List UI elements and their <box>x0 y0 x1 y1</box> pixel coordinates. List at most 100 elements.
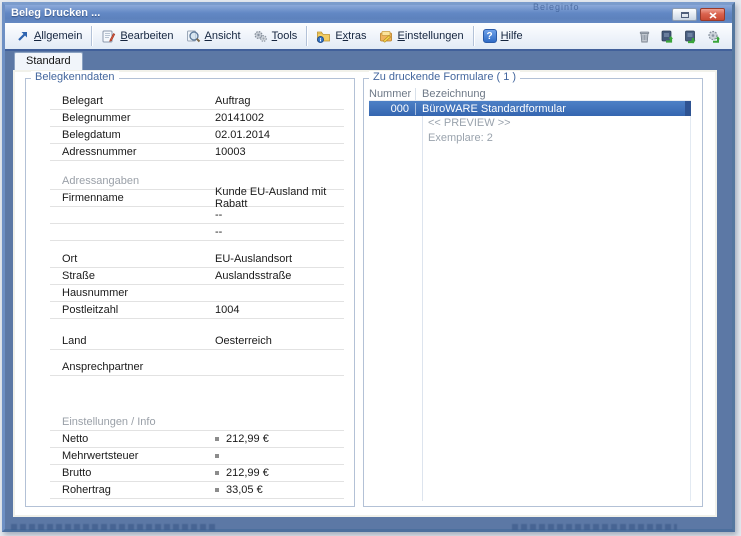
field-value: Kunde EU-Ausland mit Rabatt <box>215 186 327 210</box>
field-label: Straße <box>62 270 96 282</box>
field-value <box>215 454 344 458</box>
field-row-adressnummer: Adressnummer 10003 <box>50 144 344 161</box>
groupbox-title: Belegkenndaten <box>31 71 119 83</box>
field-row-rohertrag: Rohertrag 33,05 € <box>50 482 344 499</box>
field-label: Ort <box>62 253 78 265</box>
field-value: 10003 <box>215 146 246 158</box>
menu-item-allgemein[interactable]: Allgemein <box>10 27 88 45</box>
field-label: Firmenname <box>62 192 124 204</box>
help-icon: ? <box>482 29 497 43</box>
field-label: Brutto <box>62 467 92 479</box>
close-icon <box>709 12 717 19</box>
column-header-nummer: Nummer <box>369 87 416 100</box>
titlebar[interactable]: Beleg Drucken ... Beleginfo <box>5 2 732 23</box>
column-header-bezeichnung: Bezeichnung <box>422 87 486 100</box>
field-value: Oesterreich <box>215 335 272 347</box>
section-einstellungen-info: Einstellungen / Info <box>50 414 344 431</box>
bullet-square-icon <box>215 437 219 441</box>
table-row-standardformular[interactable]: 000 BüroWARE Standardformular <box>369 101 691 116</box>
formulare-table: Nummer Bezeichnung 000 BüroWARE Standard… <box>369 87 691 502</box>
content-panel: Belegkenndaten Belegart Auftrag Belegnum… <box>13 70 717 517</box>
bullet-square-icon <box>215 454 219 458</box>
export-document-icon[interactable] <box>660 29 675 44</box>
field-row-belegart: Belegart Auftrag <box>50 93 344 110</box>
tab-standard[interactable]: Standard <box>14 52 83 70</box>
field-label: Belegnummer <box>62 112 131 124</box>
field-row-belegdatum: Belegdatum 02.01.2014 <box>50 127 344 144</box>
field-row-mehrwertsteuer: Mehrwertsteuer <box>50 448 344 465</box>
field-value: EU-Auslandsort <box>215 253 293 265</box>
window-title: Beleg Drucken ... <box>11 7 101 19</box>
toolbar-separator <box>91 26 93 46</box>
groupbox-belegkenndaten: Belegkenndaten Belegart Auftrag Belegnum… <box>25 71 355 507</box>
settings-folder-icon <box>379 30 392 43</box>
field-row-belegnummer: Belegnummer 20141002 <box>50 110 344 127</box>
menu-label: Ansicht <box>204 30 241 42</box>
field-row-ansprechpartner: Ansprechpartner <box>50 359 344 376</box>
watermark-smudge <box>11 524 216 530</box>
magnifier-icon <box>186 30 200 42</box>
section-label: Einstellungen / Info <box>62 416 156 428</box>
field-row-firmenname: Firmenname Kunde EU-Ausland mit Rabatt <box>50 186 344 210</box>
field-label: Belegdatum <box>62 129 121 141</box>
section-label: Adressangaben <box>62 175 140 187</box>
field-value: 33,05 € <box>215 484 344 496</box>
field-rows: Belegart Auftrag Belegnummer 20141002 Be… <box>50 93 344 502</box>
menu-item-bearbeiten[interactable]: Bearbeiten <box>95 27 179 46</box>
field-label: Belegart <box>62 95 103 107</box>
field-label: Netto <box>62 433 89 445</box>
field-row-hausnummer: Hausnummer <box>50 285 344 302</box>
menu-item-tools[interactable]: Tools <box>247 27 304 46</box>
field-value: -- <box>215 226 223 238</box>
preview-label: << PREVIEW >> <box>428 117 511 129</box>
exemplare-label: Exemplare: 2 <box>428 132 493 144</box>
field-label: Rohertrag <box>62 484 111 496</box>
field-row-netto: Netto 212,99 € <box>50 431 344 448</box>
beleg-drucken-window: Beleg Drucken ... Beleginfo Allgemein Be <box>2 2 735 532</box>
menu-item-einstellungen[interactable]: Einstellungen <box>373 27 470 46</box>
menu-item-hilfe[interactable]: ? Hilfe <box>477 27 529 45</box>
menu-label: Einstellungen <box>397 30 464 42</box>
field-row-brutto: Brutto 212,99 € <box>50 465 344 482</box>
field-value: 212,99 € <box>215 467 344 479</box>
cell-nummer: 000 <box>369 102 416 115</box>
field-value: Auftrag <box>215 95 251 107</box>
toolbar-right-icons <box>637 29 727 44</box>
groupbox-title: Zu druckende Formulare ( 1 ) <box>369 71 521 83</box>
restore-icon <box>681 12 689 18</box>
groupbox-formulare: Zu druckende Formulare ( 1 ) Nummer Beze… <box>363 71 703 507</box>
menu-item-ansicht[interactable]: Ansicht <box>180 27 247 46</box>
refresh-settings-icon[interactable] <box>706 29 721 44</box>
bullet-square-icon <box>215 471 219 475</box>
import-document-icon[interactable] <box>683 29 698 44</box>
menu-item-extras[interactable]: Extras <box>310 27 372 46</box>
field-row-ort: Ort EU-Auslandsort <box>50 251 344 268</box>
scrollbar-thumb[interactable] <box>685 101 691 116</box>
field-value: 02.01.2014 <box>215 129 271 141</box>
field-label: Hausnummer <box>62 287 129 299</box>
toolbar-separator <box>472 26 474 46</box>
edit-icon <box>102 30 116 42</box>
field-label: Ansprechpartner <box>62 361 144 373</box>
close-button[interactable] <box>700 8 725 21</box>
cell-bezeichnung: BüroWARE Standardformular <box>422 102 566 115</box>
folder-extras-icon <box>317 31 331 43</box>
trash-icon[interactable] <box>637 29 652 44</box>
watermark-text: Beleginfo <box>533 2 580 12</box>
field-label: Postleitzahl <box>62 304 119 316</box>
field-row-name3: -- <box>50 224 344 241</box>
menu-label: Tools <box>271 30 298 42</box>
field-label: Adressnummer <box>62 146 137 158</box>
menu-label: Hilfe <box>500 30 523 42</box>
watermark-smudge <box>512 524 677 530</box>
field-value: -- <box>215 209 223 221</box>
arrow-up-right-icon <box>18 32 27 41</box>
workspace: Standard Belegkenndaten Belegart Auftrag… <box>5 51 732 529</box>
field-value: 20141002 <box>215 112 264 124</box>
menu-label: Allgemein <box>34 30 83 42</box>
field-label: Land <box>62 335 87 347</box>
field-row-land: Land Oesterreich <box>50 333 344 350</box>
restore-button[interactable] <box>672 8 697 21</box>
toolbar: Allgemein Bearbeiten Ansicht Tools Extra… <box>5 23 732 51</box>
table-header: Nummer Bezeichnung <box>369 87 691 101</box>
